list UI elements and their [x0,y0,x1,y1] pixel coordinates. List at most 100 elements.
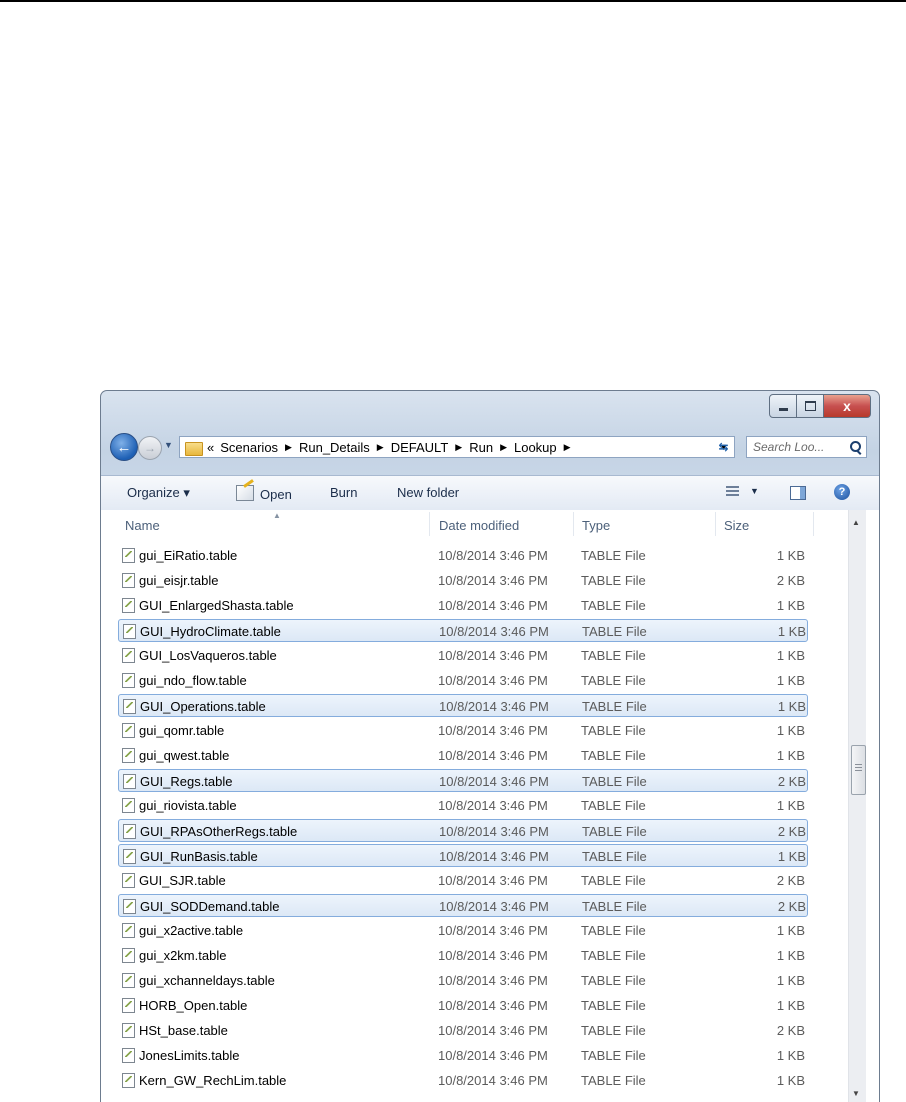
scrollbar-thumb[interactable] [851,745,866,795]
scroll-up-icon[interactable]: ▲ [852,518,860,527]
column-header-name[interactable]: Name [125,518,160,533]
file-row[interactable]: HORB_Open.table 10/8/2014 3:46 PM TABLE Fi… [118,994,808,1017]
file-date-modified: 10/8/2014 3:46 PM [438,998,548,1013]
file-row[interactable]: GUI_HydroClimate.table 10/8/2014 3:46 PM T… [118,619,808,642]
address-bar[interactable]: « Scenarios ▶ Run_Details ▶ DEFAULT ▶ Ru… [179,436,735,458]
table-file-icon [122,573,135,588]
file-size: 1 KB [776,598,805,613]
organize-button[interactable]: Organize ▾ [127,485,190,501]
vertical-scrollbar[interactable]: ▲ ▼ [848,510,866,1102]
breadcrumb-lookup[interactable]: Lookup [514,440,557,455]
breadcrumb-separator-icon[interactable]: ▶ [564,442,571,453]
partial-row-cut-off[interactable] [118,534,808,542]
file-type: TABLE File [581,798,646,813]
forward-button[interactable]: → [138,436,162,460]
breadcrumb-run-details[interactable]: Run_Details [299,440,370,455]
file-row[interactable]: GUI_EnlargedShasta.table 10/8/2014 3:46 P… [118,594,808,617]
breadcrumb-default[interactable]: DEFAULT [391,440,449,455]
column-divider[interactable] [715,512,716,536]
file-row[interactable]: GUI_RPAsOtherRegs.table 10/8/2014 3:46 PM… [118,819,808,842]
file-row[interactable]: gui_EiRatio.table 10/8/2014 3:46 PM TABLE … [118,544,808,567]
file-name: GUI_SJR.table [139,873,226,888]
file-date-modified: 10/8/2014 3:46 PM [438,648,548,663]
search-input[interactable]: Search Loo... [746,436,867,458]
file-size: 2 KB [776,1023,805,1038]
file-name: JonesLimits.table [139,1048,240,1063]
column-header-size[interactable]: Size [724,518,749,533]
file-row[interactable]: JonesLimits.table 10/8/2014 3:46 PM TABLE … [118,1044,808,1067]
breadcrumb-separator-icon[interactable]: ▶ [500,442,507,453]
file-type: TABLE File [581,923,646,938]
table-file-icon [122,598,135,613]
breadcrumb-separator-icon[interactable]: ▶ [455,442,462,453]
file-size: 1 KB [777,849,806,864]
file-type: TABLE File [582,824,647,839]
close-button[interactable]: x [824,394,871,418]
file-date-modified: 10/8/2014 3:46 PM [438,548,548,563]
file-row[interactable]: gui_qomr.table 10/8/2014 3:46 PM TABLE Fil… [118,719,808,742]
file-type: TABLE File [582,774,647,789]
file-row[interactable]: GUI_Regs.table 10/8/2014 3:46 PM TABLE Fil… [118,769,808,792]
file-type: TABLE File [581,973,646,988]
new-folder-button[interactable]: New folder [397,485,459,500]
file-row[interactable]: gui_ndo_flow.table 10/8/2014 3:46 PM TABLE… [118,669,808,692]
file-row[interactable]: gui_x2km.table 10/8/2014 3:46 PM TABLE Fil… [118,944,808,967]
file-name: GUI_LosVaqueros.table [139,648,277,663]
help-icon[interactable]: ? [834,484,850,500]
column-divider[interactable] [813,512,814,536]
table-file-icon [122,973,135,988]
file-date-modified: 10/8/2014 3:46 PM [438,873,548,888]
file-row[interactable]: GUI_Operations.table 10/8/2014 3:46 PM TAB… [118,694,808,717]
preview-pane-icon[interactable] [790,486,806,500]
file-name: gui_qwest.table [139,748,230,763]
table-file-icon [122,1048,135,1063]
file-size: 1 KB [777,699,806,714]
maximize-button[interactable] [797,394,824,418]
file-row[interactable]: GUI_SODDemand.table 10/8/2014 3:46 PM TABL… [118,894,808,917]
column-divider[interactable] [573,512,574,536]
column-header-type[interactable]: Type [582,518,610,533]
file-size: 1 KB [776,973,805,988]
file-date-modified: 10/8/2014 3:46 PM [438,723,548,738]
breadcrumb-separator-icon[interactable]: ▶ [377,442,384,453]
view-dropdown-icon[interactable]: ▼ [750,486,759,496]
file-row[interactable]: gui_eisjr.table 10/8/2014 3:46 PM TABLE Fi… [118,569,808,592]
refresh-button[interactable]: ⇆ [713,437,734,457]
file-name: HORB_Open.table [139,998,248,1013]
breadcrumb-overflow[interactable]: « [207,440,214,455]
maximize-icon [804,401,816,411]
file-date-modified: 10/8/2014 3:46 PM [439,899,549,914]
back-button[interactable]: ← [110,433,138,461]
file-row[interactable]: GUI_LosVaqueros.table 10/8/2014 3:46 PM TA… [118,644,808,667]
file-row[interactable]: gui_xchanneldays.table 10/8/2014 3:46 PM T… [118,969,808,992]
file-row[interactable]: GUI_RunBasis.table 10/8/2014 3:46 PM TABLE… [118,844,808,867]
breadcrumb-scenarios[interactable]: Scenarios [220,440,278,455]
breadcrumb-separator-icon[interactable]: ▶ [285,442,292,453]
burn-button[interactable]: Burn [330,485,357,500]
open-button[interactable]: Open [236,485,292,502]
view-options-icon[interactable] [726,486,739,498]
column-header-row: ▲ Name Date modified Type Size [101,510,861,536]
search-icon[interactable] [850,441,862,453]
minimize-button[interactable] [769,394,797,418]
open-label: Open [260,487,292,502]
file-row[interactable]: gui_x2active.table 10/8/2014 3:46 PM TABLE… [118,919,808,942]
file-row[interactable]: GUI_SJR.table 10/8/2014 3:46 PM TABLE File… [118,869,808,892]
minimize-icon [778,407,788,411]
file-date-modified: 10/8/2014 3:46 PM [439,624,549,639]
file-type: TABLE File [581,998,646,1013]
file-row[interactable]: gui_riovista.table 10/8/2014 3:46 PM TABLE… [118,794,808,817]
recent-pages-button[interactable]: ▼ [164,440,173,450]
file-row[interactable]: Kern_GW_RechLim.table 10/8/2014 3:46 PM TA… [118,1069,808,1092]
scroll-down-icon[interactable]: ▼ [852,1089,860,1098]
file-name: GUI_Regs.table [140,774,233,789]
page-top-rule [0,0,906,2]
file-row[interactable]: gui_qwest.table 10/8/2014 3:46 PM TABLE Fi… [118,744,808,767]
column-divider[interactable] [429,512,430,536]
breadcrumb-run[interactable]: Run [469,440,493,455]
file-type: TABLE File [582,624,647,639]
column-header-date[interactable]: Date modified [439,518,519,533]
file-date-modified: 10/8/2014 3:46 PM [439,774,549,789]
file-type: TABLE File [582,849,647,864]
file-row[interactable]: HSt_base.table 10/8/2014 3:46 PM TABLE Fil… [118,1019,808,1042]
